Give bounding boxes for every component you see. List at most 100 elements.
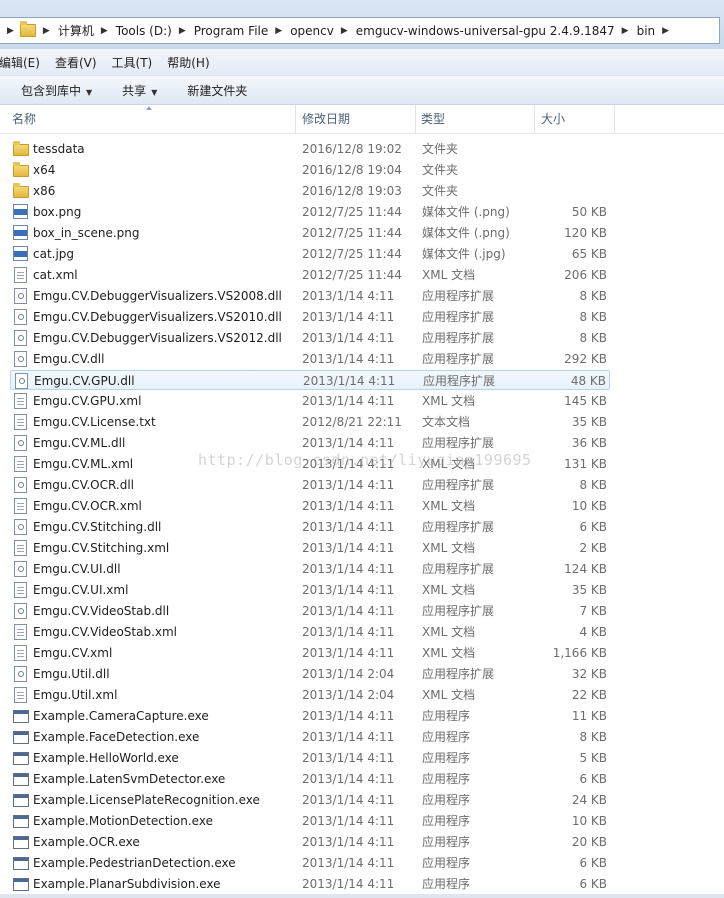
column-name[interactable]: 名称 <box>8 105 296 133</box>
file-size: 7 KB <box>579 604 607 618</box>
file-name: Emgu.CV.GPU.dll <box>34 374 135 388</box>
file-row[interactable]: Emgu.CV.dll 2013/1/14 4:11 应用程序扩展 292 KB <box>10 349 610 369</box>
file-date: 2013/1/14 2:04 <box>302 688 395 702</box>
address-bar-area: ▶ ▶ 计算机 ▶ Tools (D:) ▶ Program File ▶ op… <box>0 0 724 49</box>
file-date: 2016/12/8 19:04 <box>302 163 402 177</box>
address-bar[interactable]: ▶ ▶ 计算机 ▶ Tools (D:) ▶ Program File ▶ op… <box>0 17 720 44</box>
breadcrumb-bin[interactable]: bin <box>637 24 656 38</box>
exe-icon <box>13 815 29 828</box>
file-row[interactable]: Example.OCR.exe 2013/1/14 4:11 应用程序 20 KB <box>10 832 610 852</box>
file-row[interactable]: Emgu.CV.VideoStab.dll 2013/1/14 4:11 应用程序扩… <box>10 601 610 621</box>
column-header: 名称 修改日期 类型 大小 <box>0 105 724 134</box>
file-type: 应用程序扩展 <box>422 478 495 492</box>
file-date: 2012/7/25 11:44 <box>302 247 402 261</box>
breadcrumb-program-file[interactable]: Program File <box>194 24 269 38</box>
file-row[interactable]: Emgu.CV.UI.dll 2013/1/14 4:11 应用程序扩展 124 KB <box>10 559 610 579</box>
chevron-right-icon[interactable]: ▶ <box>172 26 194 36</box>
file-row[interactable]: Example.LatenSvmDetector.exe 2013/1/14 4:… <box>10 769 610 789</box>
file-row[interactable]: tessdata 2016/12/8 19:02 文件夹 <box>10 139 610 159</box>
file-row[interactable]: Emgu.CV.xml 2013/1/14 4:11 XML 文档 1,166 KB <box>10 643 610 663</box>
file-size: 20 KB <box>571 835 607 849</box>
xml-icon <box>14 645 27 661</box>
breadcrumb-computer[interactable]: 计算机 <box>58 22 94 39</box>
file-row[interactable]: box.png 2012/7/25 11:44 媒体文件 (.png) 50 KB <box>10 202 610 222</box>
chevron-right-icon[interactable]: ▶ <box>268 26 290 36</box>
file-row[interactable]: x64 2016/12/8 19:04 文件夹 <box>10 160 610 180</box>
file-row[interactable]: Example.LicensePlateRecognition.exe 2013/… <box>10 790 610 810</box>
file-size: 8 KB <box>579 310 607 324</box>
file-name: Example.LatenSvmDetector.exe <box>33 772 226 786</box>
file-size: 48 KB <box>570 374 606 388</box>
file-row[interactable]: Emgu.CV.OCR.dll 2013/1/14 4:11 应用程序扩展 8 KB <box>10 475 610 495</box>
dll-icon <box>15 373 28 389</box>
chevron-down-icon: ▼ <box>86 87 93 97</box>
file-type: 媒体文件 (.png) <box>422 205 510 219</box>
file-size: 22 KB <box>571 688 607 702</box>
file-row[interactable]: Example.PedestrianDetection.exe 2013/1/14… <box>10 853 610 873</box>
file-row[interactable]: Emgu.CV.UI.xml 2013/1/14 4:11 XML 文档 35 KB <box>10 580 610 600</box>
file-row[interactable]: Emgu.CV.DebuggerVisualizers.VS2008.dll 20… <box>10 286 610 306</box>
column-type[interactable]: 类型 <box>417 105 535 133</box>
file-size: 6 KB <box>579 772 607 786</box>
breadcrumb-opencv[interactable]: opencv <box>290 24 334 38</box>
file-date: 2012/7/25 11:44 <box>302 268 402 282</box>
file-name: Example.PedestrianDetection.exe <box>33 856 236 870</box>
file-row[interactable]: Emgu.CV.License.txt 2012/8/21 22:11 文本文档 35… <box>10 412 610 432</box>
file-row[interactable]: Example.HelloWorld.exe 2013/1/14 4:11 应用程序… <box>10 748 610 768</box>
breadcrumb-drive[interactable]: Tools (D:) <box>116 24 172 38</box>
column-date[interactable]: 修改日期 <box>298 105 416 133</box>
file-row[interactable]: x86 2016/12/8 19:03 文件夹 <box>10 181 610 201</box>
file-row[interactable]: Example.PlanarSubdivision.exe 2013/1/14 4… <box>10 874 610 894</box>
file-row[interactable]: Emgu.CV.Stitching.dll 2013/1/14 4:11 应用程序扩… <box>10 517 610 537</box>
file-row[interactable]: cat.xml 2012/7/25 11:44 XML 文档 206 KB <box>10 265 610 285</box>
file-name: Example.HelloWorld.exe <box>33 751 179 765</box>
file-row[interactable]: Emgu.CV.DebuggerVisualizers.VS2012.dll 20… <box>10 328 610 348</box>
file-row[interactable]: box_in_scene.png 2012/7/25 11:44 媒体文件 (.pn… <box>10 223 610 243</box>
file-row[interactable]: Emgu.Util.xml 2013/1/14 2:04 XML 文档 22 KB <box>10 685 610 705</box>
folder-icon <box>19 21 36 37</box>
file-type: 应用程序 <box>422 730 471 744</box>
file-date: 2013/1/14 4:11 <box>302 541 395 555</box>
file-row[interactable]: Emgu.CV.ML.dll 2013/1/14 4:11 应用程序扩展 36 KB <box>10 433 610 453</box>
file-date: 2013/1/14 4:11 <box>302 625 395 639</box>
folder-icon <box>13 183 29 198</box>
file-name: Emgu.Util.xml <box>33 688 118 702</box>
include-in-library-button[interactable]: 包含到库中 ▼ <box>21 82 92 99</box>
chevron-right-icon[interactable]: ▶ <box>94 26 116 36</box>
file-date: 2013/1/14 4:11 <box>302 856 395 870</box>
menu-help[interactable]: 帮助(H) <box>167 54 217 71</box>
file-date: 2013/1/14 4:11 <box>302 394 395 408</box>
file-row[interactable]: Emgu.CV.VideoStab.xml 2013/1/14 4:11 XML 文… <box>10 622 610 642</box>
file-row[interactable]: Example.FaceDetection.exe 2013/1/14 4:11 应… <box>10 727 610 747</box>
file-size: 50 KB <box>571 205 607 219</box>
file-date: 2013/1/14 4:11 <box>302 331 395 345</box>
file-name: Emgu.CV.UI.dll <box>33 562 121 576</box>
menu-view[interactable]: 查看(V) <box>55 54 105 71</box>
menu-edit[interactable]: 编辑(E) <box>0 54 48 71</box>
column-size[interactable]: 大小 <box>537 105 615 133</box>
file-row[interactable]: Example.CameraCapture.exe 2013/1/14 4:11 应… <box>10 706 610 726</box>
file-size: 8 KB <box>579 730 607 744</box>
horizontal-scrollbar[interactable] <box>0 894 724 898</box>
chevron-right-icon[interactable]: ▶ <box>334 26 356 36</box>
menu-tools[interactable]: 工具(T) <box>112 54 161 71</box>
file-row[interactable]: Emgu.CV.GPU.xml 2013/1/14 4:11 XML 文档 145 K… <box>10 391 610 411</box>
chevron-down-icon: ▼ <box>151 87 158 97</box>
file-name: Emgu.CV.DebuggerVisualizers.VS2010.dll <box>33 310 282 324</box>
new-folder-button[interactable]: 新建文件夹 <box>187 82 247 99</box>
file-row[interactable]: Emgu.CV.GPU.dll 2013/1/14 4:11 应用程序扩展 48 KB <box>10 370 610 390</box>
breadcrumb-emgucv[interactable]: emgucv-windows-universal-gpu 2.4.9.1847 <box>356 24 615 38</box>
xml-icon <box>14 393 27 409</box>
back-arrow-icon[interactable]: ▶ <box>0 26 20 36</box>
file-row[interactable]: Emgu.CV.DebuggerVisualizers.VS2010.dll 20… <box>10 307 610 327</box>
chevron-right-icon[interactable]: ▶ <box>36 26 58 36</box>
file-row[interactable]: cat.jpg 2012/7/25 11:44 媒体文件 (.jpg) 65 KB <box>10 244 610 264</box>
file-row[interactable]: Emgu.CV.OCR.xml 2013/1/14 4:11 XML 文档 10 KB <box>10 496 610 516</box>
file-row[interactable]: Emgu.CV.Stitching.xml 2013/1/14 4:11 XML 文… <box>10 538 610 558</box>
file-type: 文件夹 <box>422 184 459 198</box>
file-row[interactable]: Emgu.Util.dll 2013/1/14 2:04 应用程序扩展 32 KB <box>10 664 610 684</box>
chevron-right-icon[interactable]: ▶ <box>615 26 637 36</box>
file-row[interactable]: Example.MotionDetection.exe 2013/1/14 4:1… <box>10 811 610 831</box>
share-button[interactable]: 共享 ▼ <box>122 82 157 99</box>
chevron-right-icon[interactable]: ▶ <box>655 26 677 36</box>
